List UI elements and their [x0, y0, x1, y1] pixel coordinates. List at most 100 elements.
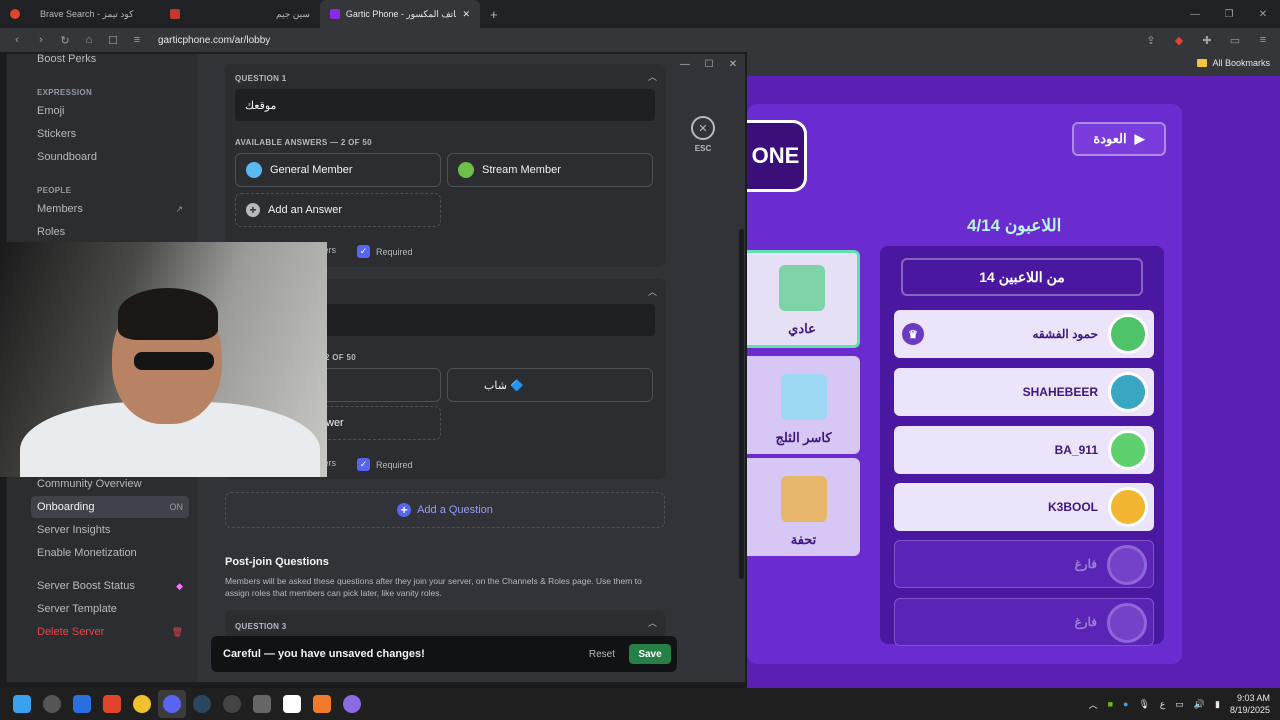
empty-player-slot: فارغ	[894, 598, 1154, 646]
scrollbar[interactable]	[739, 229, 744, 579]
brave-shield-icon[interactable]: ◆	[1170, 31, 1188, 49]
share-icon[interactable]: ⇪	[1142, 31, 1160, 49]
player-avatar	[1108, 314, 1148, 354]
post-join-title: Post-join Questions	[225, 556, 329, 568]
app-chat-icon[interactable]	[338, 690, 366, 718]
answer-label: Stream Member	[482, 164, 561, 176]
tab-brave-search[interactable]: Brave Search - كود تيمز	[30, 0, 160, 28]
app-tray-icon[interactable]: ●	[1123, 699, 1128, 709]
player-name: K3BOOL	[1047, 500, 1098, 514]
reload-icon[interactable]: ↻	[56, 31, 74, 49]
crown-icon: ♛	[902, 323, 924, 345]
chrome-icon[interactable]	[128, 690, 156, 718]
nvidia-icon[interactable]: ■	[1108, 699, 1113, 709]
close-tab-icon[interactable]: ✕	[462, 9, 470, 20]
battery-icon[interactable]: ▮	[1215, 699, 1220, 710]
question-input[interactable]: موقعك	[235, 89, 655, 121]
minimize-icon[interactable]: —	[673, 54, 697, 74]
add-answer-button[interactable]: + Add an Answer	[235, 193, 441, 227]
url-field[interactable]: garticphone.com/ar/lobby	[158, 35, 270, 46]
sidebar-item-server-boost-status[interactable]: Server Boost Status ◆	[31, 575, 189, 597]
tab-gartic-phone[interactable]: Gartic Phone - لعبة الهاتف المكسور ✕	[320, 0, 480, 28]
sidebar-item-delete-server[interactable]: Delete Server 🗑	[31, 621, 189, 643]
close-icon[interactable]: ✕	[1246, 0, 1280, 28]
app-circle-icon[interactable]	[38, 690, 66, 718]
mode-card-icebreaker[interactable]: كاسر الثلج	[747, 356, 860, 454]
add-question-button[interactable]: + Add a Question	[225, 492, 665, 528]
required-checkbox[interactable]: ✓ Required	[357, 245, 413, 258]
language-indicator[interactable]: ع	[1160, 699, 1165, 710]
extensions-icon[interactable]: ✚	[1198, 31, 1216, 49]
answer-general-member[interactable]: General Member	[235, 153, 441, 187]
date: 8/19/2025	[1229, 705, 1270, 715]
checkbox-label: Required	[376, 246, 413, 257]
sidebar-item-stickers[interactable]: Stickers	[31, 123, 189, 145]
mode-card-normal[interactable]: عادي	[747, 250, 860, 348]
answer-young[interactable]: شاب 🔷	[447, 368, 653, 402]
tray-expand-icon[interactable]: ︿	[1089, 698, 1098, 711]
sidebar-icon[interactable]: ▭	[1226, 31, 1244, 49]
app-triangle-icon[interactable]	[308, 690, 336, 718]
reset-button[interactable]: Reset	[589, 649, 615, 660]
bookmarks-bar: All Bookmarks	[747, 52, 1280, 76]
back-icon[interactable]: ‹	[8, 31, 26, 49]
brave-icon[interactable]	[98, 690, 126, 718]
sidebar-item-label: Members	[37, 203, 83, 215]
sidebar-item-enable-monetization[interactable]: Enable Monetization	[31, 542, 189, 564]
webcam-person-sunglasses	[134, 352, 214, 370]
windows-start-icon[interactable]	[8, 690, 36, 718]
home-icon[interactable]: ⌂	[80, 31, 98, 49]
capcut-icon[interactable]	[278, 690, 306, 718]
sidebar-item-emoji[interactable]: Emoji	[31, 100, 189, 122]
all-bookmarks-label: All Bookmarks	[1212, 58, 1270, 68]
browser-menu-icon[interactable]	[0, 0, 30, 28]
player-slot: K3BOOL	[894, 483, 1154, 531]
sidebar-item-boost-perks[interactable]: Boost Perks	[31, 54, 189, 70]
player-name: فارغ	[1074, 557, 1097, 571]
collapse-chevron-icon[interactable]: ︿	[648, 616, 657, 629]
collapse-chevron-icon[interactable]: ︿	[648, 285, 657, 298]
sidebar-item-server-insights[interactable]: Server Insights	[31, 519, 189, 541]
sidebar-item-onboarding[interactable]: Onboarding ON	[31, 496, 189, 518]
tab-seen-jeem[interactable]: سين جيم	[160, 0, 320, 28]
player-name: حمود الفشقه	[1032, 327, 1098, 341]
save-button[interactable]: Save	[629, 644, 671, 664]
close-icon[interactable]: ✕	[721, 54, 745, 74]
answer-stream-member[interactable]: Stream Member	[447, 153, 653, 187]
post-join-description: Members will be asked these questions af…	[225, 576, 642, 598]
sidebar-item-server-template[interactable]: Server Template	[31, 598, 189, 620]
all-bookmarks-button[interactable]: All Bookmarks	[1197, 58, 1270, 68]
folder-icon	[1197, 59, 1208, 67]
minimize-icon[interactable]: —	[1178, 0, 1212, 28]
clock[interactable]: 9:03 AM 8/19/2025	[1230, 692, 1270, 716]
app-settings-icon[interactable]	[248, 690, 276, 718]
w-app-icon[interactable]	[68, 690, 96, 718]
steam-icon[interactable]	[188, 690, 216, 718]
address-bar-row: ‹ › ↻ ⌂ ☐ ≡ garticphone.com/ar/lobby ⇪ ◆…	[0, 28, 1280, 52]
forward-icon[interactable]: ›	[32, 31, 50, 49]
microphone-icon[interactable]: 🎙	[1138, 699, 1149, 710]
menu-icon[interactable]: ≡	[1254, 31, 1272, 49]
volume-icon[interactable]: 🔊	[1194, 699, 1205, 710]
app-ea-icon[interactable]	[218, 690, 246, 718]
maximize-icon[interactable]: ☐	[697, 54, 721, 74]
answer-label: شاب 🔷	[484, 379, 524, 392]
mode-card-masterpiece[interactable]: تحفة	[747, 458, 860, 556]
bookmark-icon[interactable]: ☐	[104, 31, 122, 49]
required-checkbox[interactable]: ✓ Required	[357, 458, 413, 471]
site-info-icon[interactable]: ≡	[128, 31, 146, 49]
sidebar-item-members[interactable]: Members ↗	[31, 198, 189, 220]
new-tab-button[interactable]: +	[480, 0, 508, 28]
discord-icon[interactable]	[158, 690, 186, 718]
back-button[interactable]: العودة ▶	[1072, 122, 1166, 156]
sidebar-item-soundboard[interactable]: Soundboard	[31, 146, 189, 168]
player-slot: SHAHEBEER	[894, 368, 1154, 416]
player-name: فارغ	[1074, 615, 1097, 629]
network-icon[interactable]: ▭	[1175, 699, 1184, 710]
sidebar-item-label: Delete Server	[37, 626, 105, 638]
close-settings-button[interactable]: ✕ ESC	[691, 116, 715, 153]
maximize-icon[interactable]: ❐	[1212, 0, 1246, 28]
sidebar-item-roles[interactable]: Roles	[31, 221, 189, 243]
collapse-chevron-icon[interactable]: ︿	[648, 70, 657, 83]
answer-label: General Member	[270, 164, 353, 176]
